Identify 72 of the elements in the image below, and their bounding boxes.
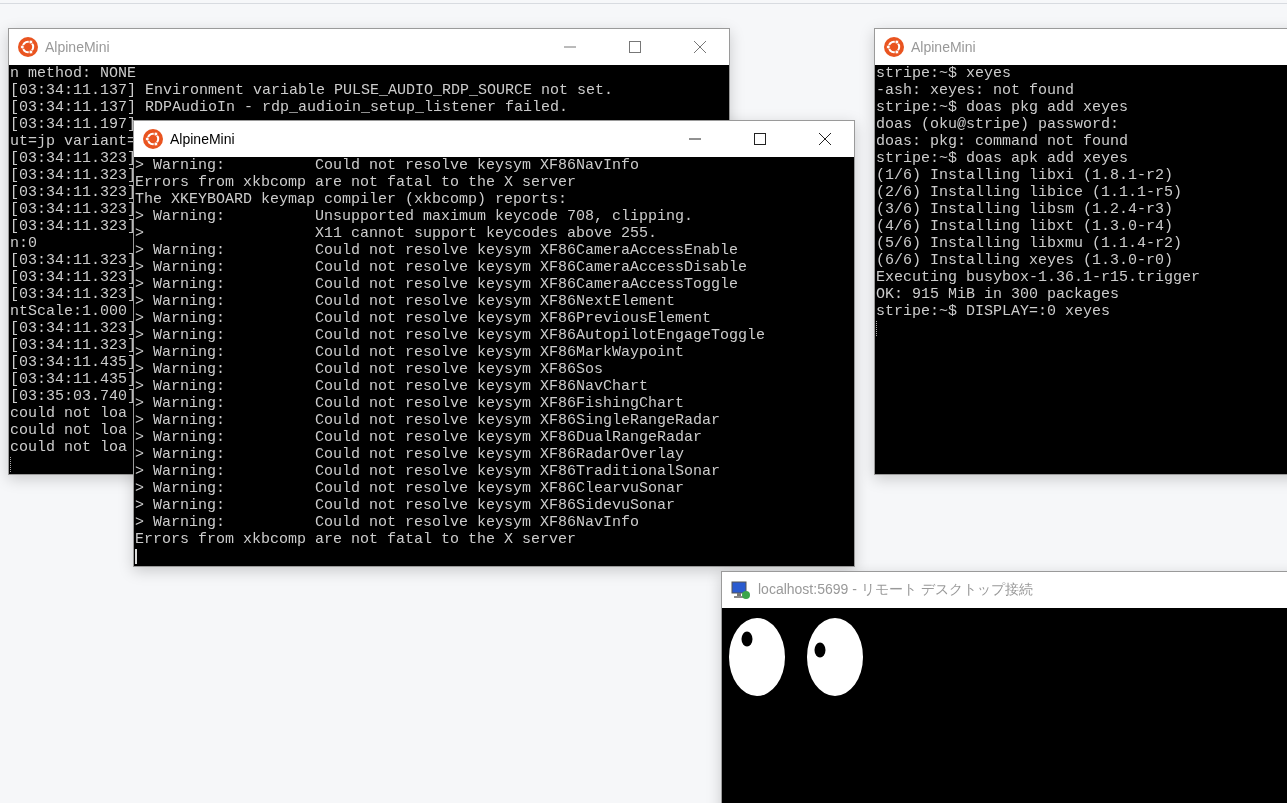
terminal-line: > Warning: Could not resolve keysym XF86RadarOverlay <box>135 446 685 463</box>
terminal-line: -ash: xeyes: not found <box>876 82 1075 99</box>
terminal-line: > Warning: Could not resolve keysym XF86SidevuSonar <box>135 497 676 514</box>
app-logo-icon <box>884 37 904 57</box>
terminal-line: ntScale:1.000 <box>10 303 128 320</box>
monitor-icon <box>731 580 751 600</box>
terminal-line: > Warning: Could not resolve keysym XF86ClearvuSonar <box>135 480 685 497</box>
terminal-line: > Warning: Unsupported maximum keycode 708, clipping. <box>135 208 694 225</box>
maximize-icon <box>629 41 641 53</box>
terminal-line: [03:34:11.323] <box>10 218 137 235</box>
terminal-line: Errors from xkbcomp are not fatal to the X server <box>135 174 577 191</box>
maximize-icon <box>754 133 766 145</box>
terminal-line: could not loa <box>10 405 128 422</box>
terminal-line: could not loa <box>10 422 128 439</box>
terminal-line: (6/6) Installing xeyes (1.3.0-r0) <box>876 252 1174 269</box>
window-title: AlpineMini <box>911 39 976 55</box>
terminal-line: stripe:~$ xeyes <box>876 65 1012 82</box>
terminal-line: [03:34:11.323] <box>10 337 137 354</box>
terminal-line: n method: NONE <box>10 65 137 82</box>
terminal-line: > X11 cannot support keycodes above 255. <box>135 225 658 242</box>
terminal-line: n:0 <box>10 235 37 252</box>
terminal-line: > Warning: Could not resolve keysym XF86AutopilotEngageToggle <box>135 327 766 344</box>
terminal-line: > Warning: Could not resolve keysym XF86CameraAccessToggle <box>135 276 739 293</box>
terminal-line: > Warning: Could not resolve keysym XF86MarkWaypoint <box>135 344 685 361</box>
terminal-line: could not loa <box>10 439 128 456</box>
terminal-line: (3/6) Installing libsm (1.2.4-r3) <box>876 201 1174 218</box>
terminal-line: [03:34:11.435] <box>10 354 137 371</box>
terminal-line: > Warning: Could not resolve keysym XF86NextElement <box>135 293 676 310</box>
terminal-line: [03:34:11.323] <box>10 252 137 269</box>
terminal-line: [03:34:11.323] <box>10 269 137 286</box>
window-title: localhost:5699 - リモート デスクトップ接続 <box>758 581 1033 599</box>
terminal-line: stripe:~$ doas apk add xeyes <box>876 150 1129 167</box>
terminal-line: [03:34:11.435] <box>10 371 137 388</box>
terminal-line: [03:34:11.137] Environment variable PULSE_AUDIO_RDP_SOURCE not set. <box>10 82 614 99</box>
terminal-line: > Warning: Could not resolve keysym XF86NavInfo <box>135 157 640 174</box>
terminal-line: > Warning: Could not resolve keysym XF86FishingChart <box>135 395 685 412</box>
terminal-line: > Warning: Could not resolve keysym XF86NavChart <box>135 378 649 395</box>
terminal-line: [03:35:03.740] <box>10 388 137 405</box>
terminal-line: > Warning: Could not resolve keysym XF86PreviousElement <box>135 310 712 327</box>
terminal-line: [03:34:11.323] <box>10 286 137 303</box>
terminal-line: doas (oku@stripe) password: <box>876 116 1120 133</box>
terminal-line: Errors from xkbcomp are not fatal to the X server <box>135 531 577 548</box>
terminal-line: Executing busybox-1.36.1-r15.trigger <box>876 269 1201 286</box>
terminal-line: stripe:~$ doas pkg add xeyes <box>876 99 1129 116</box>
terminal-line: > Warning: Could not resolve keysym XF86DualRangeRadar <box>135 429 703 446</box>
close-icon <box>819 133 831 145</box>
terminal-line: (4/6) Installing libxt (1.3.0-r4) <box>876 218 1174 235</box>
terminal-line: (2/6) Installing libice (1.1.1-r5) <box>876 184 1183 201</box>
app-logo-icon <box>18 37 38 57</box>
terminal-line: stripe:~$ DISPLAY=:0 xeyes <box>876 303 1111 320</box>
terminal-line: [03:34:11.323] <box>10 201 137 218</box>
terminal-line: > Warning: Could not resolve keysym XF86NavInfo <box>135 514 640 531</box>
terminal-line: > Warning: Could not resolve keysym XF86SingleRangeRadar <box>135 412 721 429</box>
window-title: AlpineMini <box>45 39 110 55</box>
terminal-line: doas: pkg: command not found <box>876 133 1129 150</box>
window-title: AlpineMini <box>170 131 235 147</box>
terminal-line: > Warning: Could not resolve keysym XF86Sos <box>135 361 604 378</box>
terminal-line: > Warning: Could not resolve keysym XF86TraditionalSonar <box>135 463 721 480</box>
app-logo-icon <box>143 129 163 149</box>
terminal-line: (5/6) Installing libxmu (1.1.4-r2) <box>876 235 1183 252</box>
terminal-line: (1/6) Installing libxi (1.8.1-r2) <box>876 167 1174 184</box>
terminal-line: [03:34:11.137] RDPAudioIn - rdp_audioin_setup_listener failed. <box>10 99 569 116</box>
terminal-line: [03:34:11.323] <box>10 320 137 337</box>
terminal-line: ut=jp variant= <box>10 133 137 150</box>
terminal-line: > Warning: Could not resolve keysym XF86CameraAccessEnable <box>135 242 739 259</box>
terminal-line: OK: 915 MiB in 300 packages <box>876 286 1120 303</box>
terminal-line: [03:34:11.197] <box>10 116 137 133</box>
terminal-line: > Warning: Could not resolve keysym XF86CameraAccessDisable <box>135 259 748 276</box>
terminal-line: The XKEYBOARD keymap compiler (xkbcomp) reports: <box>135 191 568 208</box>
terminal-line: [03:34:11.323] <box>10 150 137 167</box>
close-icon <box>694 41 706 53</box>
terminal-line: [03:34:11.323] <box>10 167 137 184</box>
